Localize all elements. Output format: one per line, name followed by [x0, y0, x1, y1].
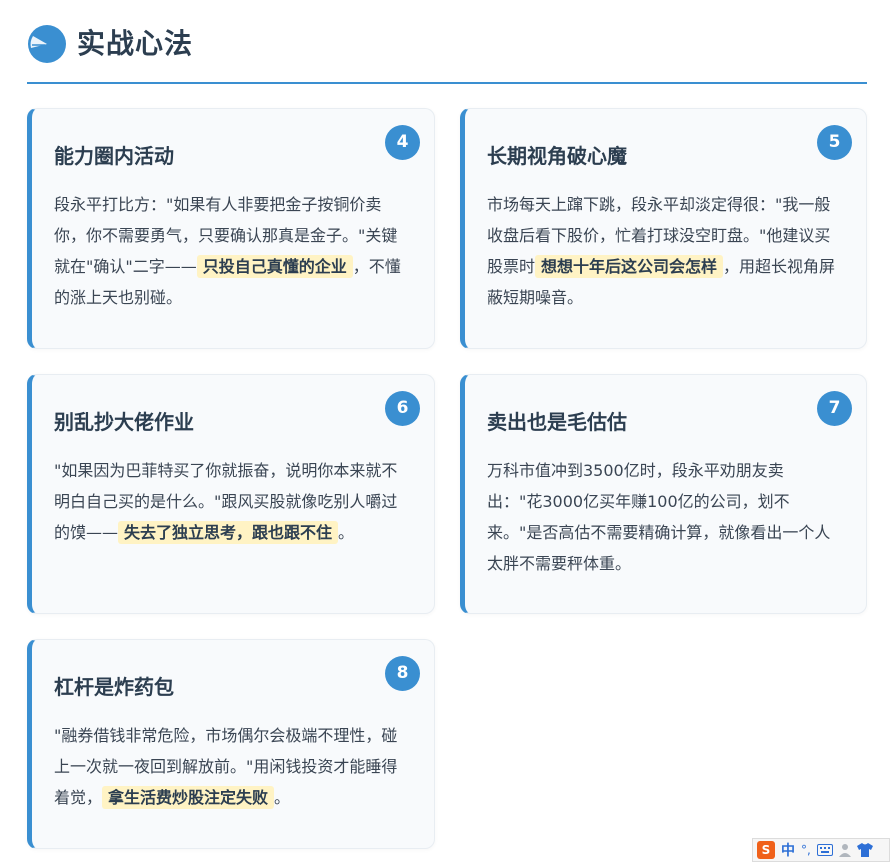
pie-chart-icon: [28, 25, 66, 63]
card-number-badge: 4: [385, 125, 420, 160]
section-header: 实战心法: [27, 22, 867, 84]
card-title: 别乱抄大佬作业: [54, 410, 194, 434]
punctuation-toggle[interactable]: °,: [801, 843, 811, 857]
ime-toolbar[interactable]: S 中 °,: [752, 838, 890, 862]
card-number-badge: 8: [385, 656, 420, 691]
page-title: 实战心法: [77, 27, 194, 60]
card-body: 万科市值冲到3500亿时，段永平劝朋友卖出："花3000亿买年赚100亿的公司，…: [487, 461, 831, 573]
card-number-badge: 6: [385, 391, 420, 426]
tip-card-5: 长期视角破心魔 5 市场每天上蹿下跳，段永平却淡定得很："我一般收盘后看下股价，…: [460, 108, 867, 349]
user-icon[interactable]: [838, 843, 851, 857]
card-body: "融券借钱非常危险，市场偶尔会极端不理性，碰上一次就一夜回到解放前。"用闲钱投资…: [54, 726, 398, 809]
card-number-badge: 7: [817, 391, 852, 426]
ime-mode-toggle[interactable]: 中: [781, 840, 795, 860]
card-title: 长期视角破心魔: [487, 144, 627, 168]
card-title: 杠杆是炸药包: [54, 675, 174, 699]
tip-card-4: 能力圈内活动 4 段永平打比方："如果有人非要把金子按铜价卖你，你不需要勇气，只…: [27, 108, 435, 349]
highlight-text: 失去了独立思考，跟也跟不住: [118, 521, 339, 544]
keyboard-icon[interactable]: [816, 844, 833, 856]
card-body: 段永平打比方："如果有人非要把金子按铜价卖你，你不需要勇气，只要确认那真是金子。…: [54, 195, 401, 307]
tip-card-6: 别乱抄大佬作业 6 "如果因为巴菲特买了你就振奋，说明你本来就不明白自己买的是什…: [27, 374, 435, 614]
highlight-text: 拿生活费炒股注定失败: [102, 786, 275, 809]
shirt-icon[interactable]: [856, 843, 873, 857]
ime-logo-icon[interactable]: S: [757, 841, 775, 859]
tip-card-8: 杠杆是炸药包 8 "融券借钱非常危险，市场偶尔会极端不理性，碰上一次就一夜回到解…: [27, 639, 435, 849]
card-title: 卖出也是毛估估: [487, 410, 627, 434]
highlight-text: 想想十年后这公司会怎样: [535, 255, 724, 278]
highlight-text: 只投自己真懂的企业: [196, 255, 353, 278]
card-body: 市场每天上蹿下跳，段永平却淡定得很："我一般收盘后看下股价，忙着打球没空盯盘。"…: [487, 195, 836, 307]
card-number-badge: 5: [817, 125, 852, 160]
tip-card-7: 卖出也是毛估估 7 万科市值冲到3500亿时，段永平劝朋友卖出："花3000亿买…: [460, 374, 867, 614]
card-body: "如果因为巴菲特买了你就振奋，说明你本来就不明白自己买的是什么。"跟风买股就像吃…: [54, 461, 398, 544]
card-title: 能力圈内活动: [54, 144, 174, 168]
